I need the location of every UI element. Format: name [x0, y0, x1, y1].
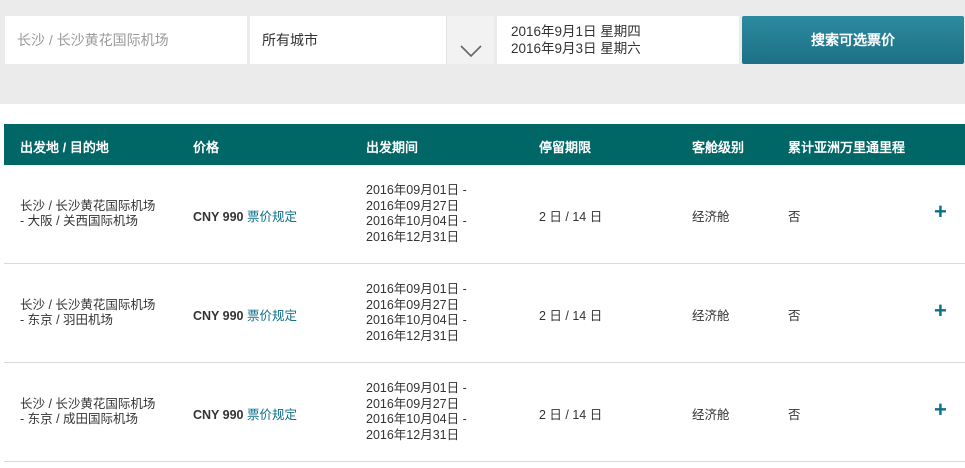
header-stay: 停留期限 [539, 140, 592, 155]
plus-icon[interactable]: + [934, 298, 947, 324]
header-period: 出发期间 [366, 140, 419, 155]
route-cell: 长沙 / 长沙黄花国际机场 - 东京 / 成田国际机场 [20, 397, 155, 427]
route-destination: - 大阪 / 关西国际机场 [20, 214, 139, 228]
cabin-cell: 经济舱 [692, 309, 730, 323]
stay-cell: 2 日 / 14 日 [539, 210, 603, 224]
period-line: 2016年10月04日 - [366, 313, 467, 327]
stay-cell: 2 日 / 14 日 [539, 408, 603, 422]
price-cell: CNY 990 票价规定 [193, 305, 297, 324]
period-cell: 2016年09月01日 - 2016年09月27日 2016年10月04日 - … [366, 282, 467, 344]
city-select-value: 所有城市 [262, 32, 318, 48]
miles-cell: 否 [788, 210, 801, 224]
period-line: 2016年10月04日 - [366, 214, 467, 228]
fare-rules-link[interactable]: 票价规定 [247, 210, 297, 224]
period-line: 2016年12月31日 [366, 427, 460, 442]
destination-city-select[interactable]: 所有城市 [250, 16, 494, 64]
period-line: 2016年09月27日 [366, 396, 460, 411]
price-value: CNY 990 [193, 408, 244, 422]
route-cell: 长沙 / 长沙黄花国际机场 - 东京 / 羽田机场 [20, 298, 155, 328]
route-cell: 长沙 / 长沙黄花国际机场 - 大阪 / 关西国际机场 [20, 199, 155, 229]
period-line: 2016年12月31日 [366, 229, 460, 244]
period-line: 2016年09月01日 - [366, 282, 467, 296]
route-origin: 长沙 / 长沙黄花国际机场 [20, 298, 156, 312]
header-price: 价格 [193, 140, 220, 155]
route-origin: 长沙 / 长沙黄花国际机场 [20, 199, 156, 213]
period-line: 2016年12月31日 [366, 328, 460, 343]
stay-cell: 2 日 / 14 日 [539, 309, 603, 323]
route-destination: - 东京 / 成田国际机场 [20, 412, 139, 426]
period-line: 2016年09月27日 [366, 198, 460, 213]
header-miles: 累计亚洲万里通里程 [788, 140, 906, 155]
route-destination: - 东京 / 羽田机场 [20, 313, 114, 327]
plus-icon[interactable]: + [934, 397, 947, 423]
search-bar: 长沙 / 长沙黄花国际机场 所有城市 2016年9月1日 星期四 2016年9月… [0, 0, 965, 104]
date-end: 2016年9月3日 星期六 [511, 41, 641, 56]
table-row: 长沙 / 长沙黄花国际机场 - 东京 / 羽田机场 CNY 990 票价规定 2… [4, 264, 965, 363]
origin-input[interactable]: 长沙 / 长沙黄花国际机场 [5, 16, 247, 64]
price-cell: CNY 990 票价规定 [193, 206, 297, 225]
date-start: 2016年9月1日 星期四 [511, 24, 641, 39]
route-origin: 长沙 / 长沙黄花国际机场 [20, 397, 156, 411]
period-line: 2016年09月27日 [366, 297, 460, 312]
miles-cell: 否 [788, 408, 801, 422]
table-row: 长沙 / 长沙黄花国际机场 - 大阪 / 关西国际机场 CNY 990 票价规定… [4, 165, 965, 264]
header-route: 出发地 / 目的地 [20, 140, 109, 155]
fare-table: 出发地 / 目的地 价格 出发期间 停留期限 客舱级别 累计亚洲万里通里程 长沙… [4, 124, 965, 462]
period-cell: 2016年09月01日 - 2016年09月27日 2016年10月04日 - … [366, 183, 467, 245]
date-range-field[interactable]: 2016年9月1日 星期四 2016年9月3日 星期六 [497, 16, 739, 64]
plus-icon[interactable]: + [934, 199, 947, 225]
period-line: 2016年09月01日 - [366, 381, 467, 395]
price-value: CNY 990 [193, 210, 244, 224]
cabin-cell: 经济舱 [692, 408, 730, 422]
price-cell: CNY 990 票价规定 [193, 404, 297, 423]
chevron-down-icon[interactable] [446, 16, 494, 64]
fare-rules-link[interactable]: 票价规定 [247, 309, 297, 323]
period-line: 2016年09月01日 - [366, 183, 467, 197]
cabin-cell: 经济舱 [692, 210, 730, 224]
fare-rules-link[interactable]: 票价规定 [247, 408, 297, 422]
price-value: CNY 990 [193, 309, 244, 323]
table-header: 出发地 / 目的地 价格 出发期间 停留期限 客舱级别 累计亚洲万里通里程 [4, 124, 965, 165]
header-cabin: 客舱级别 [692, 140, 745, 155]
miles-cell: 否 [788, 309, 801, 323]
search-fares-button[interactable]: 搜索可选票价 [742, 16, 964, 64]
table-row: 长沙 / 长沙黄花国际机场 - 东京 / 成田国际机场 CNY 990 票价规定… [4, 363, 965, 462]
period-cell: 2016年09月01日 - 2016年09月27日 2016年10月04日 - … [366, 381, 467, 443]
period-line: 2016年10月04日 - [366, 412, 467, 426]
